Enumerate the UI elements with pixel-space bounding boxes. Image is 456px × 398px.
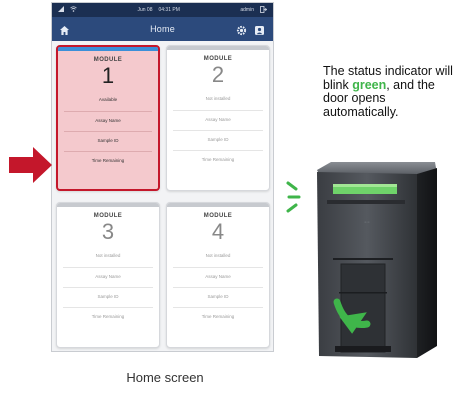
module-card-3[interactable]: MODULE 3 Not installed Assay Name Sample… bbox=[56, 202, 160, 348]
module-assay-name: Assay Name bbox=[173, 110, 263, 129]
red-arrow-icon bbox=[9, 145, 53, 190]
instruction-green-word: green bbox=[352, 77, 387, 92]
app-header: Home bbox=[52, 17, 273, 41]
module-time-remaining: Time Remaining bbox=[173, 150, 263, 169]
gear-icon[interactable] bbox=[236, 23, 247, 41]
module-sample-id: Sample ID bbox=[173, 130, 263, 149]
module-number: 1 bbox=[101, 63, 115, 88]
module-time-remaining: Time Remaining bbox=[63, 307, 153, 326]
module-sample-id: Sample ID bbox=[173, 287, 263, 306]
module-status-strip bbox=[167, 46, 269, 50]
module-number: 3 bbox=[101, 219, 115, 244]
module-card-2[interactable]: MODULE 2 Not installed Assay Name Sample… bbox=[166, 45, 270, 191]
module-status: Not installed bbox=[205, 96, 231, 101]
page-title: Home bbox=[150, 24, 175, 34]
blink-indicator-icon bbox=[286, 180, 308, 219]
instrument-image: ◦◦ bbox=[309, 160, 444, 370]
module-grid: MODULE 1 Available Assay Name Sample ID … bbox=[56, 45, 271, 350]
module-status-strip bbox=[58, 47, 158, 51]
status-date: Jun 08 bbox=[137, 7, 153, 13]
module-card-4[interactable]: MODULE 4 Not installed Assay Name Sample… bbox=[166, 202, 270, 348]
module-sample-id: Sample ID bbox=[63, 287, 153, 306]
signal-icon bbox=[58, 6, 64, 14]
module-sample-id: Sample ID bbox=[64, 131, 152, 150]
home-icon[interactable] bbox=[59, 23, 70, 41]
status-time: 04:31 PM bbox=[158, 7, 180, 13]
module-status-strip bbox=[57, 203, 159, 207]
module-number: 4 bbox=[211, 219, 225, 244]
module-assay-name: Assay Name bbox=[64, 111, 152, 130]
module-number: 2 bbox=[211, 62, 225, 87]
module-assay-name: Assay Name bbox=[173, 267, 263, 286]
module-time-remaining: Time Remaining bbox=[173, 307, 263, 326]
instruction-text: The status indicator will blink green, a… bbox=[323, 64, 453, 119]
module-status: Not installed bbox=[95, 253, 121, 258]
status-bar: Jun 08 04:31 PM admin bbox=[52, 3, 273, 17]
module-status: Available bbox=[98, 97, 118, 102]
wifi-icon bbox=[70, 6, 77, 14]
logout-icon[interactable] bbox=[260, 5, 268, 15]
tablet-screen: Jun 08 04:31 PM admin Home MODULE 1 Avai… bbox=[51, 2, 274, 352]
svg-text:◦◦: ◦◦ bbox=[364, 220, 370, 226]
module-card-1[interactable]: MODULE 1 Available Assay Name Sample ID … bbox=[56, 45, 160, 191]
user-icon[interactable] bbox=[254, 23, 265, 41]
home-screen-caption: Home screen bbox=[126, 370, 204, 385]
module-time-remaining: Time Remaining bbox=[64, 151, 152, 170]
module-assay-name: Assay Name bbox=[63, 267, 153, 286]
module-status-strip bbox=[167, 203, 269, 207]
status-user: admin bbox=[240, 7, 254, 13]
module-status: Not installed bbox=[205, 253, 231, 258]
